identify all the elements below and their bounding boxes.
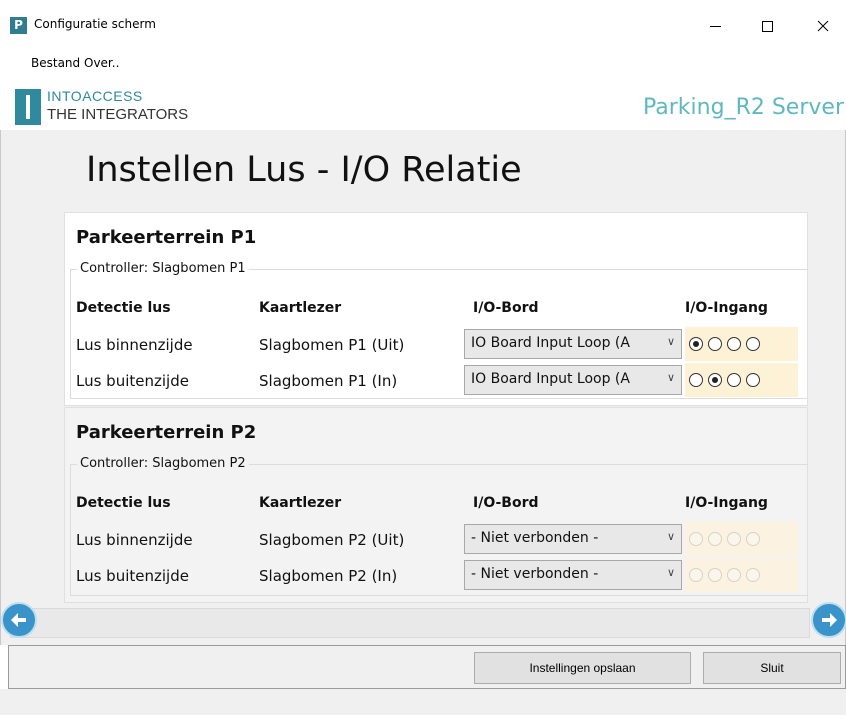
controller-label: Controller: Slagbomen P2	[77, 456, 249, 471]
reader-cell: Slagbomen P2 (In)	[259, 567, 398, 585]
logo-text-line1: INTOACCESS	[47, 88, 143, 104]
footer-bar: Instellingen opslaan Sluit	[8, 645, 846, 689]
scroll-strip	[10, 608, 810, 638]
section-p1: Parkeerterrein P1 Controller: Slagbomen …	[64, 212, 808, 406]
column-header-detection: Detectie lus	[76, 495, 171, 511]
io-board-select[interactable]: IO Board Input Loop (A ∨	[464, 329, 682, 359]
menu-bestand[interactable]: Bestand	[31, 56, 80, 70]
io-input-radio-4[interactable]	[746, 337, 760, 351]
next-page-button[interactable]	[811, 602, 846, 638]
window-title: Configuratie scherm	[34, 17, 156, 31]
controller-group: Controller: Slagbomen P2 Detectie lus Ka…	[70, 456, 808, 596]
reader-cell: Slagbomen P2 (Uit)	[259, 531, 405, 549]
chevron-down-icon: ∨	[666, 335, 675, 348]
controller-label: Controller: Slagbomen P1	[77, 261, 249, 276]
main-panel: Instellen Lus - I/O Relatie Parkeerterre…	[0, 130, 846, 645]
io-input-radio-2[interactable]	[708, 337, 722, 351]
reader-cell: Slagbomen P1 (In)	[259, 372, 398, 390]
io-input-radio-1[interactable]	[689, 373, 703, 387]
minimize-button[interactable]	[692, 10, 738, 42]
io-input-radio-4	[746, 568, 760, 582]
io-input-radio-3	[727, 532, 741, 546]
previous-page-button[interactable]	[1, 602, 37, 638]
io-input-radio-2	[708, 568, 722, 582]
io-board-select[interactable]: - Niet verbonden - ∨	[464, 560, 682, 590]
save-settings-button[interactable]: Instellingen opslaan	[474, 652, 691, 684]
io-input-radio-group	[685, 558, 798, 592]
column-header-io-input: I/O-Ingang	[685, 495, 768, 511]
title-bar: P Configuratie scherm	[0, 0, 846, 50]
logo-text-line2: THE INTEGRATORS	[47, 106, 189, 123]
io-input-radio-1	[689, 568, 703, 582]
io-input-radio-2	[708, 532, 722, 546]
column-header-io-board: I/O-Bord	[473, 300, 539, 316]
column-header-reader: Kaartlezer	[259, 300, 342, 316]
server-name: Parking_R2 Server	[643, 95, 844, 120]
io-input-radio-1	[689, 532, 703, 546]
io-input-radio-3	[727, 568, 741, 582]
close-icon	[817, 20, 829, 32]
chevron-down-icon: ∨	[666, 371, 675, 384]
detection-cell: Lus buitenzijde	[76, 372, 189, 390]
menu-over[interactable]: Over..	[84, 56, 119, 70]
io-input-radio-group	[685, 363, 798, 397]
close-button[interactable]: Sluit	[703, 652, 841, 684]
column-header-reader: Kaartlezer	[259, 495, 342, 511]
io-input-radio-3[interactable]	[727, 337, 741, 351]
section-p2: Parkeerterrein P2 Controller: Slagbomen …	[64, 407, 808, 603]
menu-bar: Bestand Over..	[0, 50, 846, 76]
maximize-icon	[761, 20, 773, 32]
detection-cell: Lus binnenzijde	[76, 336, 193, 354]
io-input-radio-2[interactable]	[708, 373, 722, 387]
section-title: Parkeerterrein P2	[76, 422, 257, 443]
arrow-right-icon	[822, 613, 837, 627]
io-input-radio-4[interactable]	[746, 373, 760, 387]
controller-group: Controller: Slagbomen P1 Detectie lus Ka…	[70, 261, 808, 399]
detection-cell: Lus buitenzijde	[76, 567, 189, 585]
close-window-button[interactable]	[800, 10, 846, 42]
io-input-radio-group	[685, 327, 798, 361]
maximize-button[interactable]	[744, 10, 790, 42]
reader-cell: Slagbomen P1 (Uit)	[259, 336, 405, 354]
section-title: Parkeerterrein P1	[76, 227, 257, 248]
column-header-io-input: I/O-Ingang	[685, 300, 768, 316]
chevron-down-icon: ∨	[666, 530, 675, 543]
io-board-select[interactable]: IO Board Input Loop (A ∨	[464, 365, 682, 395]
io-input-radio-4	[746, 532, 760, 546]
arrow-left-icon	[11, 613, 26, 627]
io-input-radio-1[interactable]	[689, 337, 703, 351]
detection-cell: Lus binnenzijde	[76, 531, 193, 549]
chevron-down-icon: ∨	[666, 566, 675, 579]
io-board-select[interactable]: - Niet verbonden - ∨	[464, 524, 682, 554]
io-input-radio-group	[685, 522, 798, 556]
column-header-detection: Detectie lus	[76, 300, 171, 316]
minimize-icon	[709, 25, 721, 27]
io-input-radio-3[interactable]	[727, 373, 741, 387]
app-icon: P	[10, 17, 27, 34]
header-band: INTOACCESS THE INTEGRATORS Parking_R2 Se…	[0, 82, 846, 130]
logo-mark	[15, 89, 41, 125]
page-title: Instellen Lus - I/O Relatie	[86, 150, 522, 190]
column-header-io-board: I/O-Bord	[473, 495, 539, 511]
status-bar	[0, 689, 846, 715]
